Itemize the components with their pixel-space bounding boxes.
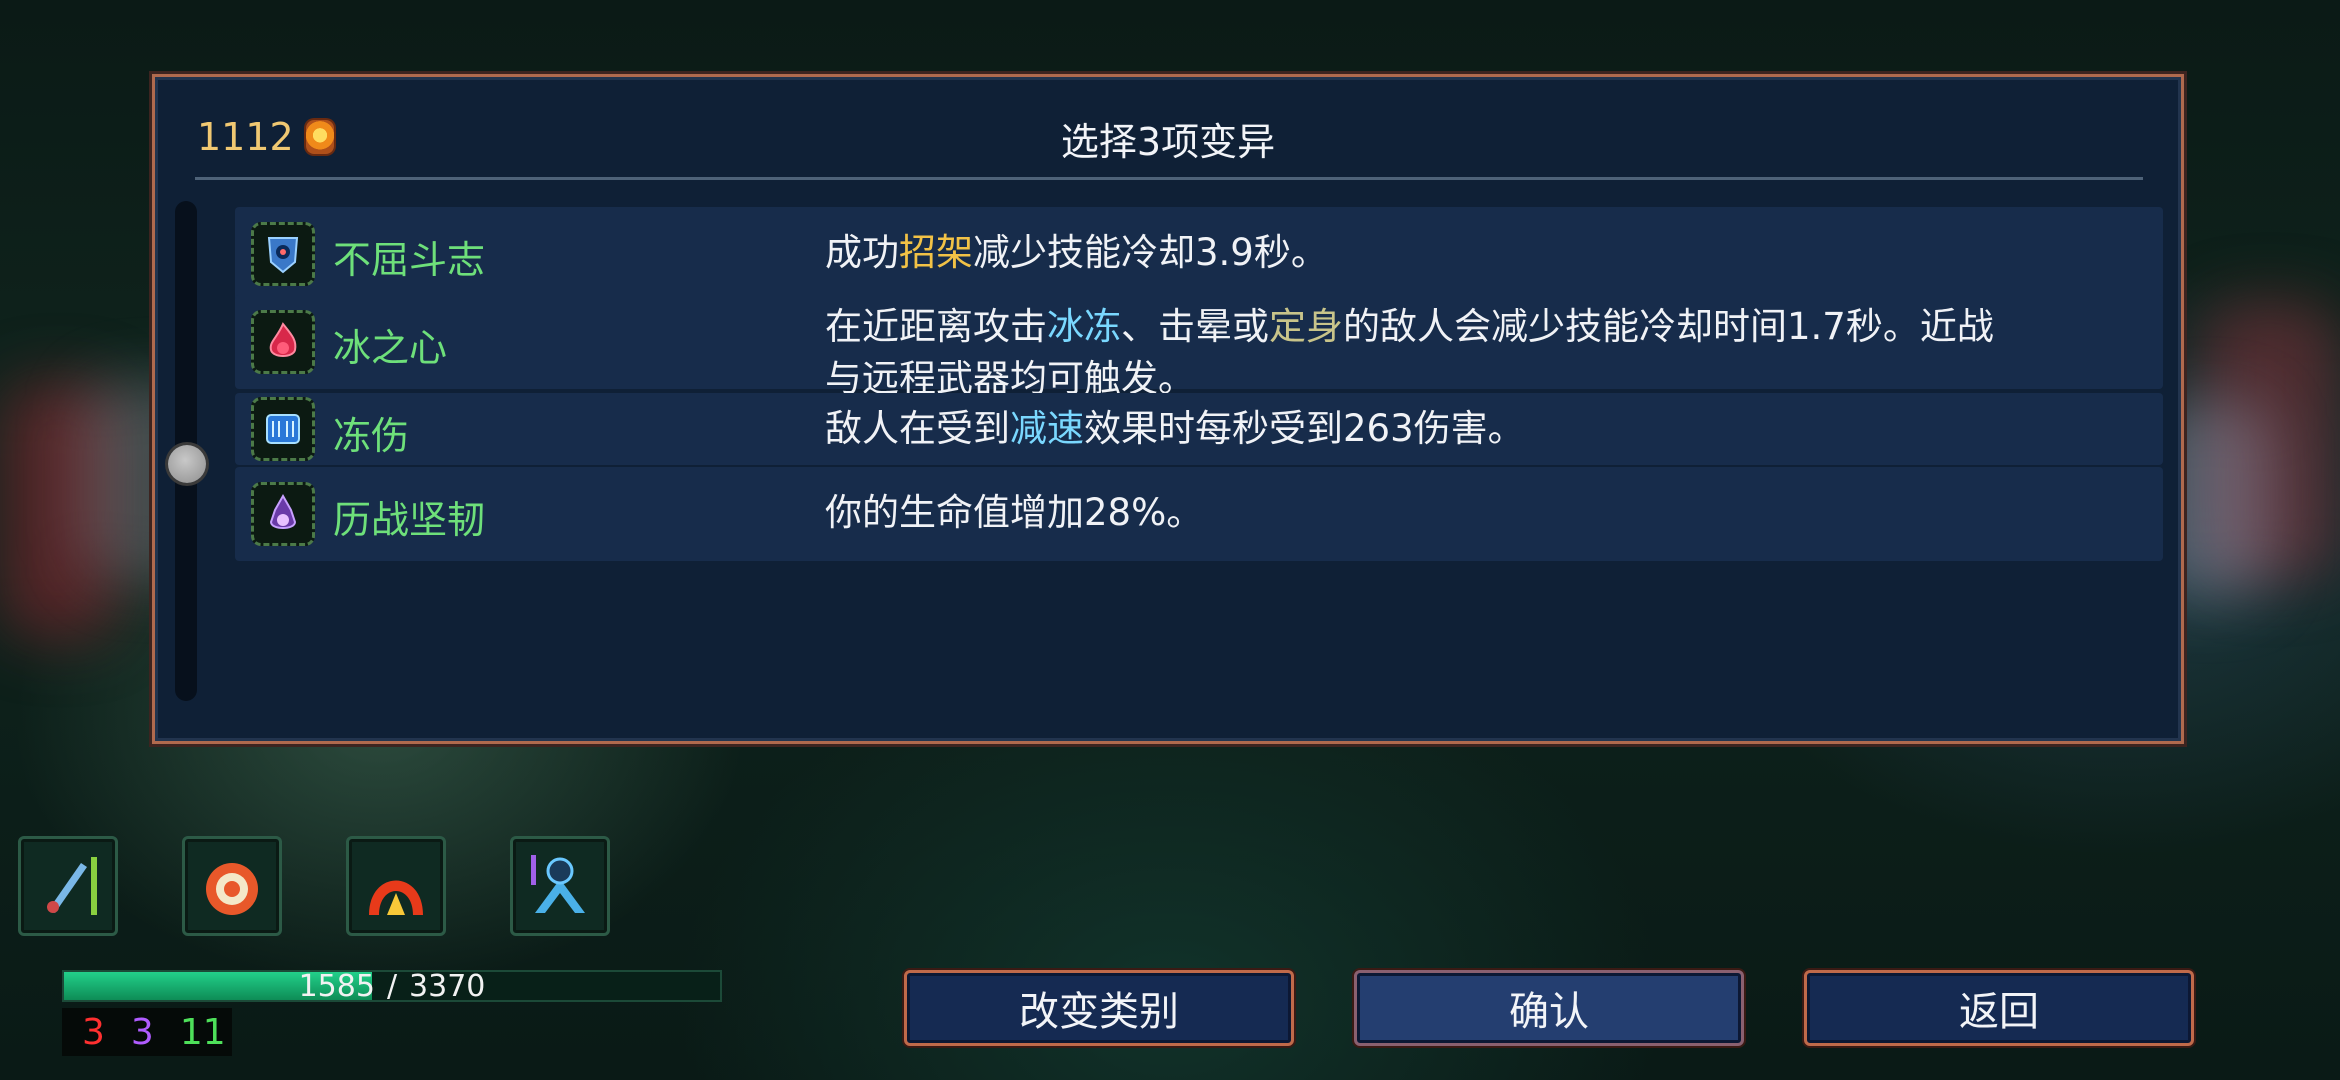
description-text: 、击晕或 (1121, 305, 1269, 348)
confirm-button[interactable]: 确认 (1354, 970, 1744, 1046)
health-text: 1585 / 3370 (64, 969, 720, 1004)
mutation-description: 敌人在受到减速效果时每秒受到263伤害。 (825, 403, 2015, 455)
equipment-slot-shield[interactable] (182, 836, 282, 936)
ice-crystal-icon (251, 397, 315, 461)
mutation-description: 成功招架减少技能冷却3.9秒。 (825, 227, 2015, 279)
mutation-row-veteran-toughness[interactable]: 历战坚韧 你的生命值增加28%。 (235, 467, 2163, 561)
sword-icon (47, 857, 97, 915)
equipment-slot-weapon[interactable] (18, 836, 118, 936)
survival-stat: 11 (179, 1011, 226, 1053)
keyword-highlight: 定身 (1269, 305, 1343, 348)
mutation-row-ice-heart[interactable]: 冰之心 在近距离攻击冰冻、击晕或定身的敌人会减少技能冷却时间1.7秒。近战与远程… (235, 295, 2163, 400)
scrollbar-thumb[interactable] (168, 445, 206, 483)
fire-wave-icon (369, 880, 423, 915)
mutation-description: 你的生命值增加28%。 (825, 487, 2015, 539)
description-text: 你的生命值增加28%。 (825, 491, 1204, 534)
mutation-name: 不屈斗志 (333, 238, 486, 282)
mutation-row-unyielding[interactable]: 不屈斗志 成功招架减少技能冷却3.9秒。 (235, 207, 2163, 301)
mutation-name: 冰之心 (333, 326, 448, 370)
header-divider (195, 177, 2143, 180)
equipment-slot-skill-2[interactable] (510, 836, 610, 936)
dialog-title: 选择3项变异 (1060, 120, 1276, 164)
description-text: 敌人在受到 (825, 407, 1010, 450)
equipment-slot-skill-1[interactable] (346, 836, 446, 936)
ice-claw-icon (531, 855, 585, 913)
purple-potion-icon (251, 482, 315, 546)
mutation-row-frostbite[interactable]: 冻伤 敌人在受到减速效果时每秒受到263伤害。 (235, 393, 2163, 465)
description-text: 减少技能冷却3.9秒。 (973, 231, 1328, 274)
health-current: 1585 (298, 969, 375, 1004)
tactics-stat: 3 (130, 1011, 154, 1053)
health-separator: / (386, 969, 398, 1004)
mutation-name: 历战坚韧 (333, 498, 486, 542)
description-text: 效果时每秒受到263伤害。 (1084, 407, 1525, 450)
scroll-stats: 3 3 11 (62, 1008, 232, 1056)
mutation-description: 在近距离攻击冰冻、击晕或定身的敌人会减少技能冷却时间1.7秒。近战与远程武器均可… (825, 301, 2015, 405)
health-max: 3370 (409, 969, 486, 1004)
description-text: 成功 (825, 231, 899, 274)
keyword-highlight: 招架 (899, 231, 973, 274)
keyword-highlight: 冰冻 (1047, 305, 1121, 348)
mutation-name: 冻伤 (333, 414, 410, 458)
description-text: 在近距离攻击 (825, 305, 1047, 348)
shield-eye-icon (251, 222, 315, 286)
red-flame-icon (251, 310, 315, 374)
health-bar: 1585 / 3370 (62, 969, 722, 1004)
fire-shield-icon (206, 863, 258, 915)
mutation-select-dialog: 1112 选择3项变异 不屈斗志 成功招架减少技能冷却3.9秒。 冰之心 在近距… (152, 74, 2184, 744)
brutality-stat: 3 (82, 1011, 105, 1053)
back-button[interactable]: 返回 (1804, 970, 2194, 1046)
change-category-button[interactable]: 改变类别 (904, 970, 1294, 1046)
keyword-highlight: 减速 (1010, 407, 1084, 450)
